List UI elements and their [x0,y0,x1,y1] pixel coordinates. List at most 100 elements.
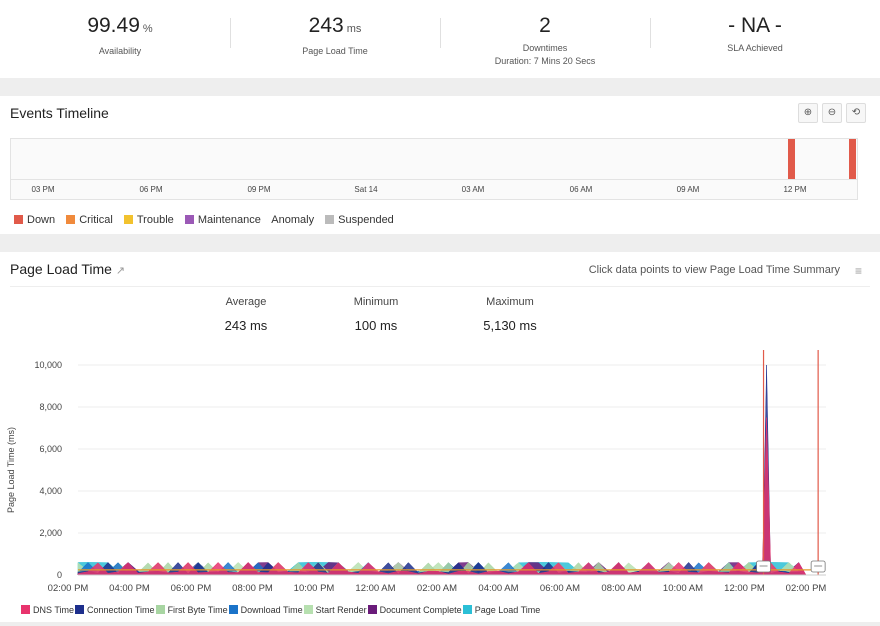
legend-label: Connection Time [87,605,155,615]
legend-item-trouble[interactable]: Trouble [123,214,174,226]
legend-item-maintenance[interactable]: Maintenance [184,214,261,226]
x-tick-label: 12:00 PM [724,583,765,594]
legend-swatch [21,605,30,614]
sla-value: - NA - [728,14,782,37]
x-tick-label: 02:00 PM [48,583,89,594]
zoom-out-icon[interactable]: ⊖ [822,103,842,123]
downtime-marker-flag [756,560,771,573]
divider [440,18,441,48]
y-tick-label: 0 [57,570,62,580]
legend-label: First Byte Time [167,605,228,615]
downtime-marker-flag [810,560,826,573]
x-tick-label: 10:00 AM [663,583,703,594]
y-tick-label: 2,000 [39,528,62,538]
legend-item-dns-time[interactable]: DNS Time [20,605,74,615]
timeline-tick: 09 PM [247,185,271,194]
timeline-tick: 03 PM [31,185,55,194]
legend-swatch [325,215,335,224]
legend-label: DNS Time [33,605,75,615]
legend-swatch [155,605,165,614]
timeline-tick: 12 PM [783,185,807,194]
downtime-event-bar[interactable] [788,139,795,179]
zoom-reset-icon[interactable]: ⟲ [846,103,866,123]
page-load-time-unit: ms [346,23,362,35]
x-tick-label: 04:00 AM [478,583,518,594]
x-tick-label: 08:00 AM [601,583,641,594]
legend-swatch [228,605,238,614]
downtime-duration: Duration: 7 Mins 20 Secs [494,56,596,66]
availability-unit: % [142,23,153,35]
summary-average: Average 243 ms [224,296,268,333]
legend-swatch [367,605,377,614]
sla-stat: - NA - SLA Achieved [695,14,815,53]
legend-item-download-time[interactable]: Download Time [228,605,303,615]
events-timeline-chart[interactable]: 03 PM 06 PM 09 PM Sat 14 03 AM 06 AM 09 … [10,138,858,200]
x-tick-label: 02:00 PM [786,583,827,594]
timeline-tick: 03 AM [461,185,485,194]
page-load-time-card: Page Load Time ↗ Click data points to vi… [0,252,880,622]
external-link-icon[interactable]: ↗ [116,265,125,277]
events-timeline-card: Events Timeline ⊕ ⊖ ⟲ 03 PM 06 PM 09 PM … [0,96,880,234]
y-axis-label: Page Load Time (ms) [6,427,16,513]
summary-maximum: Maximum 5,130 ms [483,296,537,333]
timeline-axis [11,179,857,180]
y-tick-label: 8,000 [39,402,62,412]
x-tick-label: 06:00 AM [540,583,580,594]
x-tick-label: 08:00 PM [232,583,273,594]
legend-swatch [123,215,133,224]
legend-item-suspended[interactable]: Suspended [325,214,394,226]
availability-label: Availability [98,46,142,56]
timeline-tick: Sat 14 [354,185,378,194]
legend-label: Download Time [240,605,303,615]
y-tick-label: 4,000 [39,486,62,496]
page-load-time-title: Page Load Time ↗ [10,261,126,277]
legend-label: Document Complete [379,605,462,615]
timeline-tick: 06 AM [569,185,593,194]
availability-value: 99.49 [87,14,140,37]
x-tick-label: 06:00 PM [171,583,212,594]
legend-swatch [75,605,85,614]
divider [650,18,651,48]
page-load-hint: Click data points to view Page Load Time… [588,264,840,276]
y-tick-label: 6,000 [39,444,62,454]
divider [10,286,870,287]
legend-label: Page Load Time [474,605,541,615]
series-area-connection-time [77,364,807,576]
legend-swatch [303,605,313,614]
series-area-dns-time [77,417,807,576]
downtime-event-bar[interactable] [849,139,856,179]
timeline-tick: 06 PM [139,185,163,194]
page-load-time-label: Page Load Time [302,46,368,56]
legend-swatch [66,215,76,224]
series-area-page-load-time [77,467,807,576]
downtimes-label: Downtimes [522,43,568,53]
timeline-tick: 09 AM [676,185,700,194]
legend-swatch [184,215,194,224]
menu-icon[interactable]: ≡ [855,264,862,278]
divider [230,18,231,48]
availability-stat: 99.49% Availability [60,14,180,56]
legend-item-first-byte-time[interactable]: First Byte Time [155,605,228,615]
events-legend: Down Critical Trouble Maintenance Anomal… [14,214,402,226]
y-tick-label: 10,000 [34,360,62,370]
zoom-in-icon[interactable]: ⊕ [798,103,818,123]
legend-item-start-render[interactable]: Start Render [303,605,367,615]
legend-label: Start Render [315,605,367,615]
sla-label: SLA Achieved [727,43,783,53]
legend-item-page-load-time[interactable]: Page Load Time [462,605,541,615]
downtimes-value: 2 [539,14,551,37]
page-load-time-stat: 243 ms Page Load Time [275,14,395,56]
legend-item-connection-time[interactable]: Connection Time [74,605,155,615]
series-legend: DNS Time Connection Time First Byte Time Do… [20,605,540,615]
legend-item-document-complete[interactable]: Document Complete [367,605,462,615]
legend-swatch [462,605,472,614]
legend-item-critical[interactable]: Critical [66,214,113,226]
summary-minimum: Minimum 100 ms [353,296,399,333]
downtimes-stat[interactable]: 2 Downtimes Duration: 7 Mins 20 Secs [480,14,610,66]
legend-item-anomaly[interactable]: Anomaly [271,214,314,226]
page-load-time-chart[interactable]: 0 2,000 4,000 6,000 8,000 10,000 Page Load Tim… [0,348,880,598]
legend-item-down[interactable]: Down [14,214,55,226]
legend-swatch [14,215,23,224]
x-tick-label: 04:00 PM [109,583,150,594]
x-tick-label: 12:00 AM [355,583,395,594]
